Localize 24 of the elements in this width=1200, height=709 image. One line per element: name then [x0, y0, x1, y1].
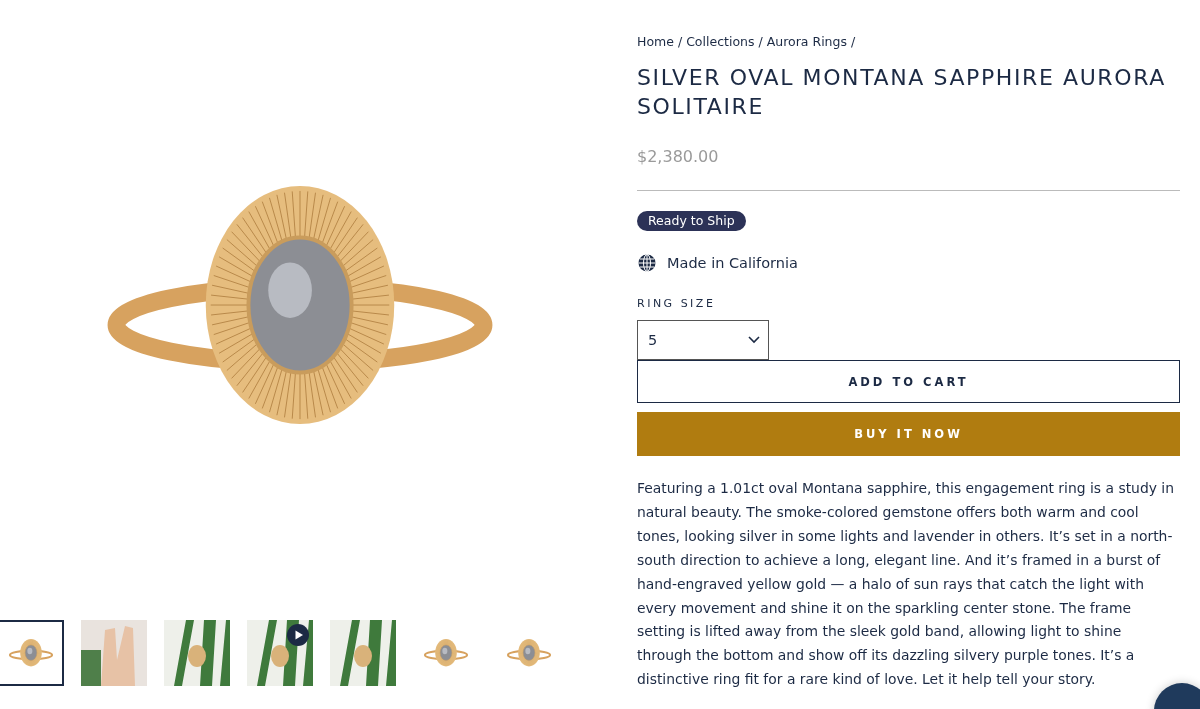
ring-icon [423, 638, 469, 668]
origin-text: Made in California [667, 255, 798, 271]
thumbnail[interactable] [247, 620, 313, 686]
ring-size-select[interactable]: 5 [637, 320, 769, 360]
buy-now-button[interactable]: BUY IT NOW [637, 412, 1180, 456]
ring-icon [506, 638, 552, 668]
ring-icon [8, 638, 54, 668]
photo-placeholder [247, 620, 313, 686]
ring-size-label: RING SIZE [637, 297, 717, 310]
product-description: Featuring a 1.01ct oval Montana sapphire, this engagement ring is a study in natural beauty. The smoke-colored gemstone offers both warm and cool tones, looking silver in some lights and lavender in others. It’s set in a north-south direction to achieve a long, elegant line. And it’s framed in a burst of hand-engraved yellow gold — a halo of sun rays that catch the light with every movement and shine it on the sparkling center stone. The frame setting is lifted away from the sleek gold band, allowing light to shine through the bottom and show off its dazzling silvery purple tones. It’s a distinctive ring fit for a rare kind of love. Let it help tell your story. [637, 479, 1175, 690]
breadcrumb-separator: / [851, 34, 856, 49]
product-title: SILVER OVAL MONTANA SAPPHIRE AURORA SOLITAIRE [637, 64, 1167, 121]
add-to-cart-button[interactable]: ADD TO CART [637, 360, 1180, 403]
status-badge: Ready to Ship [637, 211, 746, 231]
play-icon [287, 624, 309, 646]
breadcrumb-link[interactable]: Home [637, 34, 674, 49]
thumbnail[interactable] [0, 620, 64, 686]
globe-icon [637, 253, 657, 273]
breadcrumb-separator: / [758, 34, 763, 49]
chevron-down-icon [748, 336, 760, 344]
breadcrumb-separator: / [677, 34, 683, 49]
breadcrumb-link[interactable]: Aurora Rings [766, 34, 847, 49]
breadcrumb-link[interactable]: Collections [686, 34, 755, 49]
product-price: $2,380.00 [637, 147, 720, 166]
